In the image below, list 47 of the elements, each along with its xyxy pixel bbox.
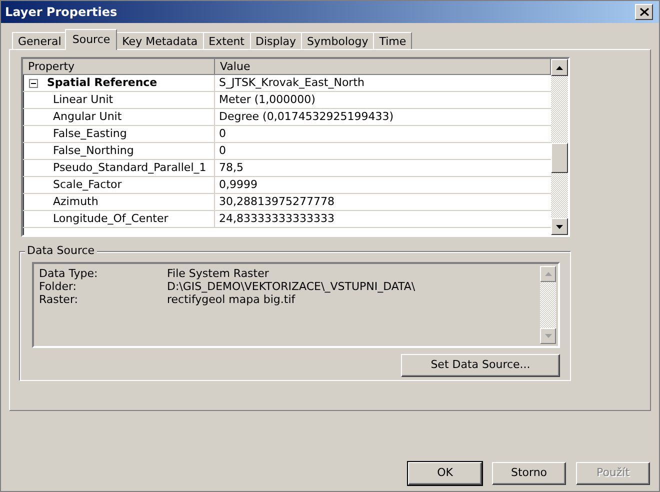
up-arrow-icon	[556, 66, 563, 70]
dialog-button[interactable]: Storno	[492, 462, 566, 485]
value-cell-text: Degree (0,0174532925199433)	[218, 109, 395, 125]
field-label: Folder:	[39, 280, 78, 293]
property-cell: False_Easting	[23, 126, 215, 142]
property-cell: Azimuth	[23, 194, 215, 210]
close-icon	[640, 8, 648, 16]
tab[interactable]: Extent	[202, 32, 250, 50]
down-arrow-icon	[544, 334, 552, 338]
field-value: D:\GIS_DEMO\VEKTORIZACE\_VSTUPNI_DATA\	[167, 280, 416, 293]
field-label: Raster:	[39, 293, 79, 306]
tab[interactable]: Display	[250, 32, 302, 50]
property-cell: Scale_Factor	[23, 177, 215, 193]
up-arrow-icon	[544, 272, 552, 276]
value-cell-text: 78,5	[218, 160, 244, 176]
group-label: Spatial Reference	[47, 75, 158, 91]
property-cell: Linear Unit	[23, 92, 215, 108]
dialog-button[interactable]: OK	[408, 462, 482, 485]
property-cell: Longitude_Of_Center	[23, 211, 215, 227]
property-cell: Pseudo_Standard_Parallel_1	[23, 160, 215, 176]
down-arrow-icon	[556, 224, 563, 228]
field-value: File System Raster	[167, 267, 269, 280]
tab[interactable]: Source	[65, 29, 118, 50]
tab[interactable]: Symbology	[301, 32, 374, 50]
value-cell-text: Meter (1,000000)	[218, 92, 316, 108]
close-button[interactable]	[635, 4, 653, 20]
vertical-scrollbar[interactable]	[551, 59, 568, 235]
window-title: Layer Properties	[5, 4, 118, 21]
value-cell-text: 24,83333333333333	[218, 211, 336, 227]
field-label: Data Type:	[39, 267, 99, 280]
scroll-thumb[interactable]	[551, 143, 568, 173]
value-cell-text: S_JTSK_Krovak_East_North	[218, 75, 366, 91]
tab[interactable]: Key Metadata	[116, 32, 204, 50]
scroll-up-button[interactable]	[551, 59, 568, 76]
property-cell: False_Northing	[23, 143, 215, 159]
scroll-down-button[interactable]	[551, 218, 568, 235]
tab[interactable]: General	[12, 32, 68, 50]
tab[interactable]: Time	[373, 32, 412, 50]
value-cell-text: 30,28813975277778	[218, 194, 336, 210]
value-cell-text: 0	[218, 143, 227, 159]
collapse-icon[interactable]	[29, 78, 38, 88]
column-header[interactable]: Property	[23, 59, 215, 74]
property-cell: Angular Unit	[23, 109, 215, 125]
value-cell-text: 0,9999	[218, 177, 258, 193]
field-value: rectifygeol mapa big.tif	[167, 293, 296, 306]
set-data-source-button[interactable]: Set Data Source...	[401, 354, 560, 377]
value-cell-text: 0	[218, 126, 227, 142]
